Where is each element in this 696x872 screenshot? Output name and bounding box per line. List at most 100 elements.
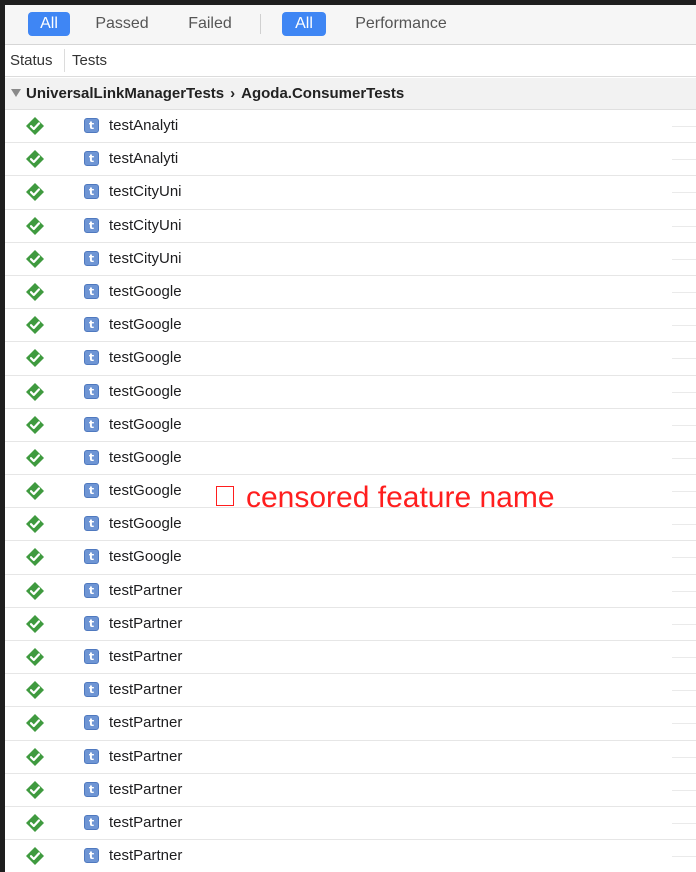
row-tick — [672, 291, 696, 293]
test-name: testPartner — [109, 714, 183, 732]
row-tick — [672, 557, 696, 559]
filter-passed[interactable]: Passed — [90, 12, 154, 36]
row-tick — [672, 391, 696, 393]
test-method-icon: t — [84, 814, 99, 830]
test-row[interactable]: t testPartner — [5, 574, 696, 608]
test-method-icon: t — [84, 781, 99, 797]
test-name: testAnalyti — [109, 117, 179, 134]
test-name: testGoogle — [109, 448, 182, 466]
passed-check-icon — [26, 349, 44, 368]
test-method-icon: t — [84, 516, 99, 532]
row-tick — [672, 822, 696, 824]
filter-all-results[interactable]: All — [28, 12, 70, 36]
passed-check-icon — [26, 150, 44, 169]
test-method-icon: t — [84, 350, 99, 366]
test-name: testPartner — [109, 681, 183, 699]
test-method-icon: t — [84, 383, 99, 399]
test-name: testGoogle — [109, 515, 182, 533]
test-method-icon: t — [84, 317, 99, 333]
passed-check-icon — [26, 813, 44, 832]
test-name: testPartner — [109, 847, 183, 865]
test-name: testGoogle — [109, 415, 182, 433]
target-name: Agoda.ConsumerTests — [241, 85, 405, 102]
passed-check-icon — [26, 747, 44, 766]
test-row[interactable]: t testAnalyti — [5, 110, 696, 144]
row-tick — [672, 856, 696, 858]
test-method-icon: t — [84, 549, 99, 565]
test-method-icon: t — [84, 682, 99, 698]
test-method-icon: t — [84, 748, 99, 764]
test-row[interactable]: t testCityUni — [5, 242, 696, 276]
test-row[interactable]: t testGoogle — [5, 441, 696, 476]
passed-check-icon — [26, 117, 44, 135]
filter-all-types[interactable]: All — [282, 12, 326, 36]
test-row[interactable]: t testPartner — [5, 707, 696, 741]
row-tick — [672, 756, 696, 758]
filter-performance[interactable]: Performance — [345, 12, 457, 36]
test-method-icon: t — [84, 250, 99, 266]
row-tick — [672, 690, 696, 692]
row-tick — [672, 225, 696, 227]
test-row[interactable]: t testPartner — [5, 806, 696, 841]
test-row[interactable]: t testCityUni — [5, 209, 696, 243]
filter-separator — [260, 14, 261, 34]
test-name: testGoogle — [109, 548, 182, 566]
filter-failed[interactable]: Failed — [179, 12, 241, 36]
test-name: testPartner — [109, 780, 183, 798]
test-row[interactable]: t testPartner — [5, 740, 696, 774]
test-row[interactable]: t testGoogle — [5, 342, 696, 376]
test-method-icon: t — [84, 582, 99, 598]
test-name: testAnalyti — [109, 150, 179, 168]
test-name: testGoogle — [109, 382, 182, 400]
column-divider[interactable] — [64, 49, 65, 72]
row-tick — [672, 325, 696, 327]
row-tick — [672, 524, 696, 526]
test-name: testPartner — [109, 581, 183, 599]
tests-column-header[interactable]: Tests — [72, 45, 107, 76]
test-row[interactable]: t testGoogle — [5, 408, 696, 442]
test-row[interactable]: t testAnalyti — [5, 143, 696, 177]
test-row[interactable]: t testPartner — [5, 773, 696, 807]
test-method-icon: t — [84, 649, 99, 664]
passed-check-icon — [26, 382, 44, 401]
passed-check-icon — [26, 714, 44, 733]
test-method-icon: t — [84, 483, 99, 499]
test-row[interactable]: t testGoogle — [5, 309, 696, 343]
row-tick — [672, 258, 696, 260]
test-method-icon: t — [84, 416, 99, 432]
passed-check-icon — [26, 581, 44, 600]
test-method-icon: t — [84, 283, 99, 299]
status-column-header[interactable]: Status — [10, 45, 53, 76]
row-tick — [672, 457, 696, 459]
test-group-row[interactable]: UniversalLinkManagerTests › Agoda.Consumer… — [5, 78, 696, 110]
test-row[interactable]: t testCityUni — [5, 176, 696, 210]
test-name: testPartner — [109, 747, 183, 765]
row-tick — [672, 789, 696, 791]
test-name: testCityUni — [109, 249, 182, 267]
test-row[interactable]: t testPartner — [5, 840, 696, 872]
passed-check-icon — [26, 515, 44, 534]
test-report-window: All Passed Failed All Performance Status… — [0, 0, 696, 872]
test-row[interactable]: t testPartner — [5, 641, 696, 675]
passed-check-icon — [26, 648, 44, 666]
censor-annotation: censored feature name — [216, 478, 555, 518]
test-row[interactable]: t testGoogle — [5, 375, 696, 409]
passed-check-icon — [26, 415, 44, 434]
censor-box-icon — [216, 486, 234, 506]
row-tick — [672, 126, 696, 127]
test-row[interactable]: t testGoogle — [5, 541, 696, 575]
disclosure-triangle-icon[interactable] — [11, 89, 21, 97]
censor-label: censored feature name — [246, 481, 555, 514]
test-method-icon: t — [84, 184, 99, 200]
test-row[interactable]: t testPartner — [5, 607, 696, 641]
row-tick — [672, 723, 696, 725]
filter-bar: All Passed Failed All Performance — [5, 5, 696, 45]
test-name: testPartner — [109, 648, 183, 665]
column-header: Status Tests — [5, 45, 696, 77]
test-name: testGoogle — [109, 316, 182, 334]
test-row[interactable]: t testPartner — [5, 674, 696, 708]
passed-check-icon — [26, 548, 44, 567]
test-row[interactable]: t testGoogle — [5, 275, 696, 310]
passed-check-icon — [26, 282, 44, 301]
passed-check-icon — [26, 482, 44, 501]
